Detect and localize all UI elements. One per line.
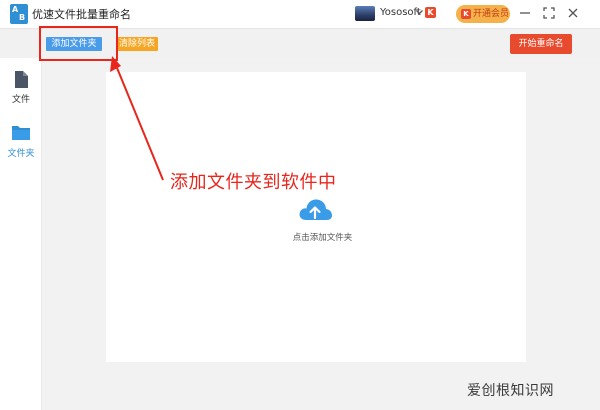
watermark-text: 爱创根知识网	[467, 383, 554, 399]
annotation-text: 添加文件夹到软件中	[170, 172, 337, 193]
annotation-arrow	[110, 56, 164, 181]
